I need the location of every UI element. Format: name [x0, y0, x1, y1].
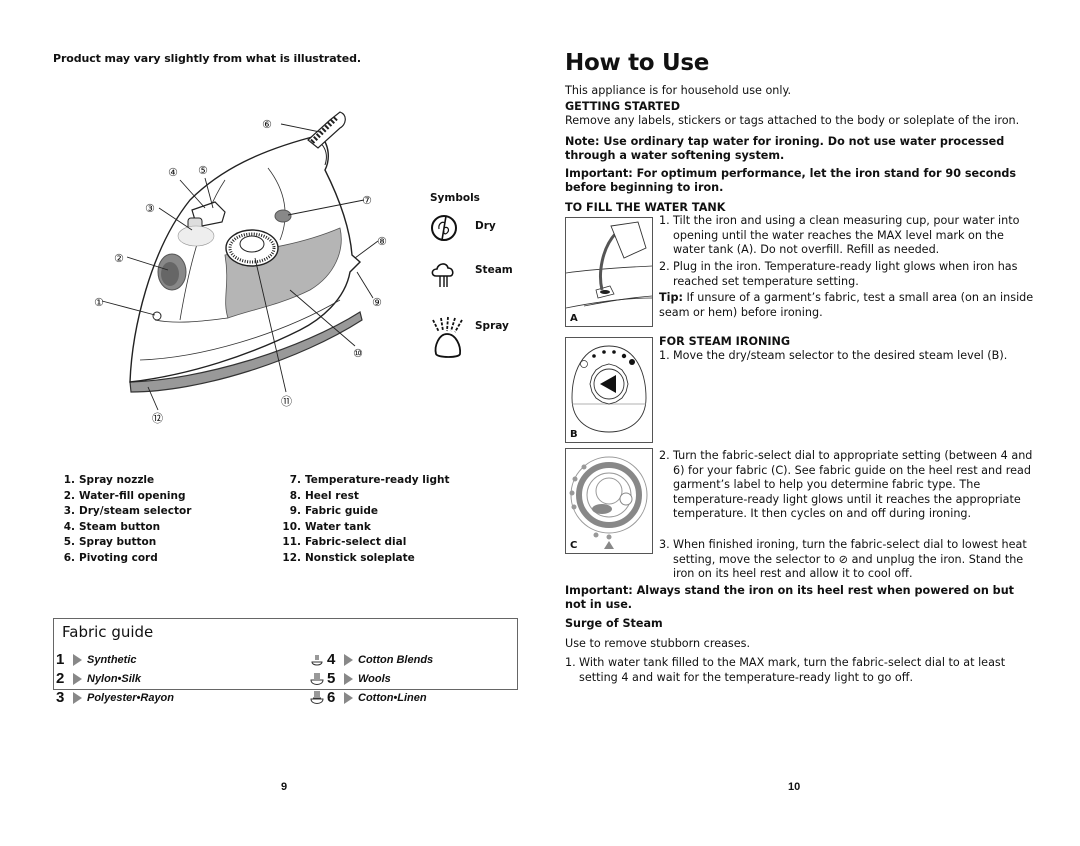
fabric-setting-4: 4 Cotton Blends	[309, 650, 433, 669]
symbol-steam-label: Steam	[475, 264, 513, 276]
part-item: 2. Water-fill opening	[63, 489, 186, 502]
surge-intro: Use to remove stubborn creases.	[565, 637, 751, 650]
figure-c-label: C	[570, 540, 578, 551]
fabric-guide-box: Fabric guide 1 Synthetic 2 Nylon•Silk 3 Pol…	[53, 618, 518, 706]
figure-b-label: B	[570, 429, 578, 440]
figure-a: A	[565, 217, 653, 327]
callout-5: ⑤	[198, 164, 208, 177]
fabric-setting-2: 2 Nylon•Silk	[56, 670, 141, 687]
steam-icon	[431, 263, 454, 287]
callout-2: ②	[114, 252, 124, 265]
steam-ironing-heading: FOR STEAM IRONING	[659, 335, 791, 348]
product-disclaimer: Product may vary slightly from what is i…	[53, 52, 361, 65]
dry-icon	[431, 215, 457, 241]
fill-step-1: 1. Tilt the iron and using a clean measur…	[659, 214, 1020, 257]
part-item: 10. Water tank	[282, 520, 371, 533]
steam-step-2: 2. Turn the fabric-select dial to appropr…	[659, 449, 1033, 521]
callout-10: ⑩	[353, 347, 363, 360]
callout-8: ⑧	[377, 235, 387, 248]
callout-11: ⑪	[281, 395, 292, 408]
symbol-spray: Spray	[430, 316, 509, 364]
fabric-setting-3: 3 Polyester•Rayon	[56, 689, 174, 706]
tip-text: Tip: If unsure of a garment’s fabric, te…	[659, 291, 1034, 319]
symbols-legend: Symbols Dry Steam Spray	[430, 192, 520, 358]
part-item: 1. Spray nozzle	[63, 474, 155, 486]
callout-4: ④	[168, 166, 178, 179]
symbol-dry: Dry	[430, 214, 496, 246]
surge-heading: Surge of Steam	[565, 617, 663, 630]
steam-high-icon	[310, 690, 324, 704]
figure-a-label: A	[570, 313, 578, 324]
fabric-guide-title: Fabric guide	[62, 623, 154, 641]
page-title: How to Use	[565, 50, 710, 76]
fabric-setting-1: 1 Synthetic	[56, 651, 137, 668]
part-item: 9. Fabric guide	[289, 505, 379, 517]
symbol-dry-label: Dry	[475, 220, 496, 232]
steam-medium-icon	[310, 672, 324, 685]
arrow-icon	[73, 672, 82, 685]
fabric-setting-6: 6 Cotton•Linen	[309, 688, 427, 707]
callout-12: ⑫	[152, 412, 163, 425]
symbol-spray-label: Spray	[475, 320, 509, 332]
arrow-icon	[344, 672, 353, 685]
pour-water-illustration	[565, 221, 653, 309]
surge-step-1: 1. With water tank filled to the MAX mark…	[565, 656, 1006, 684]
symbols-title: Symbols	[430, 192, 480, 204]
important-stand-note: Important: For optimum performance, let …	[565, 167, 1017, 194]
callout-7: ⑦	[362, 194, 372, 207]
water-note: Note: Use ordinary tap water for ironing…	[565, 135, 1005, 162]
arrow-icon	[344, 691, 353, 704]
steam-step-1: 1. Move the dry/steam selector to the des…	[659, 349, 1008, 362]
fabric-dial-illustration	[569, 456, 648, 549]
part-item: 12. Nonstick soleplate	[282, 551, 415, 564]
arrow-icon	[73, 691, 82, 704]
temperature-ready-light	[274, 209, 292, 223]
iron-illustration: ① ② ③ ④ ⑤ ⑥ ⑦ ⑧ ⑨ ⑩ ⑪ ⑫	[94, 111, 387, 425]
part-item: 8. Heel rest	[289, 489, 359, 502]
fill-tank-heading: TO FILL THE WATER TANK	[565, 201, 726, 214]
arrow-icon	[344, 653, 353, 666]
callout-9: ⑨	[372, 296, 382, 309]
figure-c: C	[565, 448, 653, 554]
part-item: 3. Dry/steam selector	[63, 505, 192, 517]
callout-3: ③	[145, 202, 155, 215]
callout-1: ①	[94, 296, 104, 309]
steam-step-3: 3. When finished ironing, turn the fabric…	[659, 538, 1027, 581]
part-item: 5. Spray button	[63, 536, 157, 548]
symbol-steam: Steam	[430, 260, 513, 294]
arrow-icon	[73, 653, 82, 666]
intro-text: This appliance is for household use only…	[565, 84, 792, 97]
part-item: 4. Steam button	[63, 520, 161, 533]
part-item: 7. Temperature-ready light	[289, 474, 450, 486]
fill-step-2: 2. Plug in the iron. Temperature-ready li…	[659, 260, 1018, 288]
part-item: 6. Pivoting cord	[63, 551, 158, 564]
page-number-right: 10	[788, 781, 801, 793]
important-heel-rest: Important: Always stand the iron on its …	[565, 584, 1015, 611]
steam-selector-illustration	[571, 345, 647, 433]
callout-6: ⑥	[262, 118, 272, 131]
fabric-setting-5: 5 Wools	[309, 669, 391, 688]
getting-started-text: Remove any labels, stickers or tags atta…	[565, 114, 1020, 127]
dial-pointer-icon	[604, 541, 614, 549]
spray-icon	[432, 316, 463, 358]
steam-low-icon	[311, 654, 323, 665]
getting-started-heading: GETTING STARTED	[565, 100, 681, 113]
page-number-left: 9	[281, 781, 288, 793]
figure-b: B	[565, 337, 653, 443]
spray-nozzle	[152, 311, 162, 321]
part-item: 11. Fabric-select dial	[282, 536, 407, 548]
